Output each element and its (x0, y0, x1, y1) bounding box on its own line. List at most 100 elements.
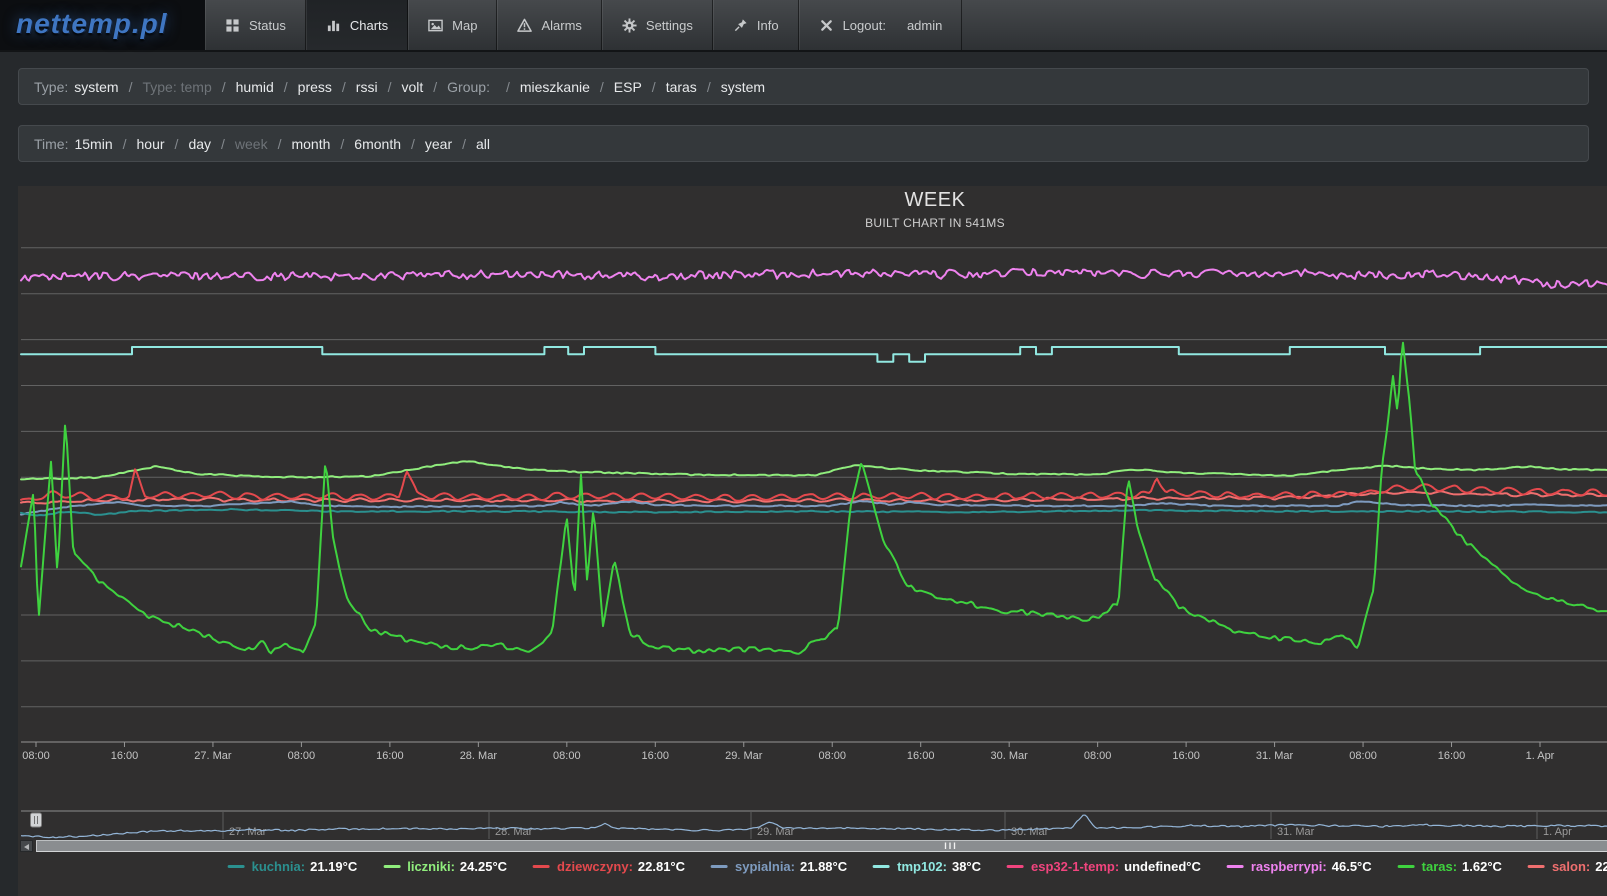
separator: / (283, 78, 288, 95)
series-liczniki (20, 460, 1607, 481)
left-arrow-icon (24, 844, 29, 850)
filter-item-year[interactable]: year (425, 136, 452, 152)
navbar: nettemp.pl Status Charts Map Alarms Settings… (0, 0, 1607, 52)
filter-item-system[interactable]: system (721, 79, 765, 95)
filter-item-volt[interactable]: volt (401, 79, 423, 95)
filter-item-hour[interactable]: hour (137, 136, 165, 152)
legend-series-name: raspberrypi: (1250, 859, 1327, 874)
x-tick-label: 1. Apr (1526, 750, 1555, 762)
legend-item-salon[interactable]: salon: 22.44°C (1527, 859, 1607, 874)
separator: / (411, 135, 415, 152)
legend-marker (1397, 865, 1415, 868)
separator: / (122, 135, 127, 152)
filter-item-mieszkanie[interactable]: mieszkanie (520, 79, 590, 95)
filter-item-all[interactable]: all (476, 136, 490, 152)
warning-icon (517, 18, 533, 33)
legend-item-kuchnia[interactable]: kuchnia: 21.19°C (227, 859, 357, 874)
legend-series-value: 46.5°C (1331, 859, 1372, 874)
x-tick-label: 08:00 (1349, 750, 1377, 762)
legend-item-sypialnia[interactable]: sypialnia: 21.88°C (711, 859, 847, 874)
legend-item-dziewczyny[interactable]: dziewczyny: 22.81°C (533, 859, 685, 874)
nav-item-settings[interactable]: Settings (601, 0, 713, 50)
app-logo[interactable]: nettemp.pl (0, 0, 205, 50)
legend-series-name: tmp102: (897, 859, 947, 874)
filter-item-press[interactable]: press (298, 79, 332, 95)
x-tick-label: 30. Mar (991, 750, 1029, 762)
legend-item-esp32-1-temp[interactable]: esp32-1-temp: undefined°C (1007, 859, 1201, 874)
legend-marker (383, 865, 401, 868)
filter-item-taras[interactable]: taras (666, 79, 697, 95)
series-tmp102 (20, 346, 1607, 363)
filter-item-week: week (234, 135, 268, 152)
legend-series-name: taras: (1421, 859, 1458, 874)
gear-icon (622, 17, 637, 33)
separator: / (174, 135, 179, 152)
time-filter-bar: Time: 15min / hour / day / week / month / 6month / ye… (18, 125, 1589, 162)
legend-series-value: undefined°C (1124, 859, 1201, 874)
chart-legend: kuchnia: 21.19°C liczniki: 24.25°C dziewczyn… (215, 856, 1607, 874)
navigator-handle[interactable] (30, 812, 42, 828)
filter-item-esp[interactable]: ESP (614, 79, 642, 95)
nav-item-logout[interactable]: Logout: admin (798, 0, 963, 50)
scrollbar-thumb[interactable] (36, 840, 1607, 852)
legend-item-taras[interactable]: taras: 1.62°C (1397, 859, 1502, 874)
separator: / (341, 78, 346, 95)
legend-marker (227, 865, 245, 868)
legend-series-value: 24.25°C (459, 859, 508, 874)
nav-item-label: Settings (645, 17, 693, 33)
nav-item-charts[interactable]: Charts (305, 0, 409, 50)
filter-item-system[interactable]: system (74, 79, 118, 95)
chart-container: 08:00 16:00 27. Mar 08:00 16:00 28. Mar 08:00 1… (18, 186, 1607, 896)
legend-marker (1007, 865, 1025, 868)
legend-item-tmp102[interactable]: tmp102: 38°C (873, 859, 981, 874)
legend-item-raspberrypi[interactable]: raspberrypi: 46.5°C (1226, 859, 1372, 874)
series-raspberrypi (20, 267, 1607, 289)
x-tick-label: 08:00 (818, 750, 846, 762)
legend-series-name: kuchnia: (251, 859, 306, 874)
legend-series-name: sypialnia: (735, 859, 795, 874)
x-icon (819, 18, 834, 33)
legend-series-name: dziewczyny: (557, 859, 633, 874)
legend-series-value: 38°C (951, 859, 982, 874)
navigator-date-label: 1. Apr (1543, 826, 1572, 838)
filter-item-day[interactable]: day (188, 136, 211, 152)
separator: / (462, 135, 467, 152)
x-tick-label: 31. Mar (1256, 750, 1294, 762)
nav-item-info[interactable]: Info (712, 0, 799, 50)
navigator-date-label: 27. Mar (229, 826, 267, 838)
series-dziewczyny (20, 468, 1607, 502)
x-tick-label: 08:00 (22, 750, 50, 762)
nav-item-status[interactable]: Status (205, 0, 306, 50)
separator: / (221, 78, 226, 95)
separator: / (128, 78, 133, 95)
chart-title: WEEK (904, 189, 966, 211)
nav-item-alarms[interactable]: Alarms (497, 0, 602, 50)
legend-item-liczniki[interactable]: liczniki: 24.25°C (383, 859, 507, 874)
filter-item-rssi[interactable]: rssi (356, 79, 378, 95)
image-icon (428, 18, 443, 33)
x-tick-label: 29. Mar (725, 750, 763, 762)
legend-series-name: esp32-1-temp: (1031, 859, 1120, 874)
legend-marker (1527, 865, 1545, 868)
nav-item-map[interactable]: Map (408, 0, 498, 50)
series-kuchnia (20, 507, 1607, 517)
chart-subtitle: BUILT CHART IN 541MS (865, 216, 1005, 230)
filter-item-month[interactable]: month (291, 136, 330, 152)
pin-icon (733, 18, 748, 33)
x-tick-label: 16:00 (376, 750, 404, 762)
separator: / (706, 78, 711, 95)
grid-icon (225, 18, 240, 33)
scrollbar-left-button[interactable] (20, 840, 33, 852)
filter-item-6month[interactable]: 6month (354, 136, 401, 152)
legend-series-name: liczniki: (407, 859, 455, 874)
filter-item-type: Type: (34, 78, 69, 95)
legend-marker (1226, 865, 1244, 868)
legend-series-value: 1.62°C (1462, 859, 1502, 874)
scrollbar-grip[interactable]: III (944, 840, 958, 852)
legend-marker (873, 865, 891, 868)
legend-series-value: 21.88°C (799, 859, 848, 874)
filter-item-humid[interactable]: humid (236, 79, 274, 95)
nav-item-label: Map (452, 17, 478, 33)
filter-item-15min[interactable]: 15min (74, 136, 112, 152)
separator: / (221, 135, 225, 152)
